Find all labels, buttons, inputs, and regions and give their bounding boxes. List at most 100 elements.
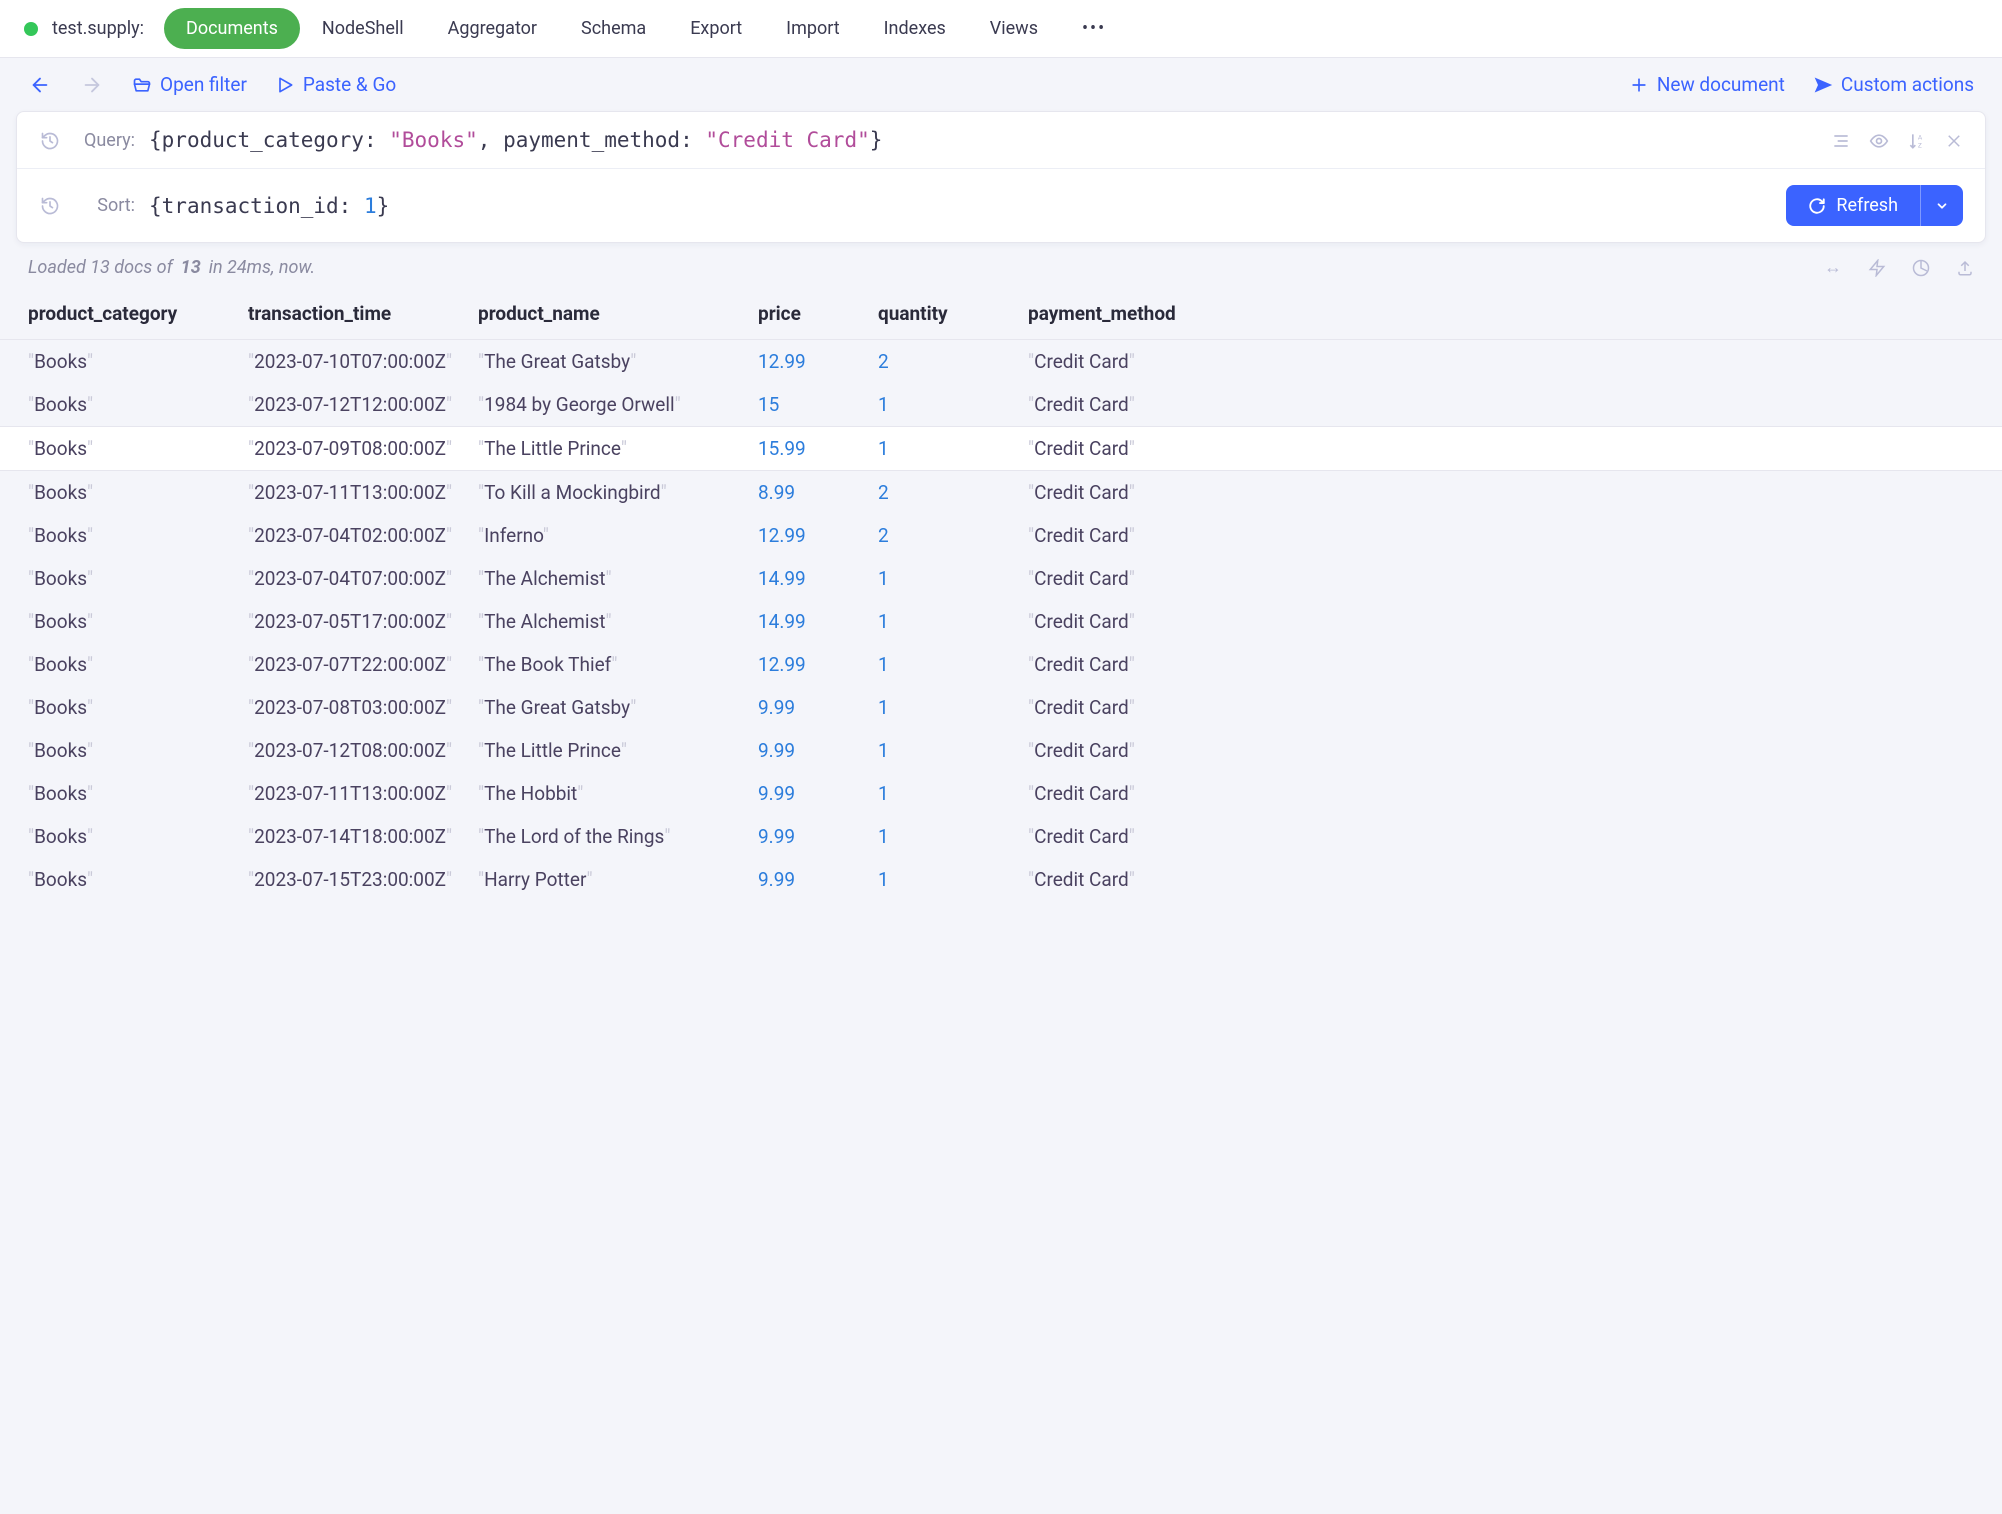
custom-actions-button[interactable]: Custom actions <box>1813 73 1974 96</box>
results-grid: product_category transaction_time produc… <box>0 292 2002 901</box>
cell-price: 14.99 <box>758 610 878 633</box>
cell-payment-method: "Credit Card" <box>1028 825 1248 848</box>
top-bar: test.supply: DocumentsNodeShellAggregato… <box>0 0 2002 58</box>
col-payment-method[interactable]: payment_method <box>1028 302 1248 325</box>
cell-product-category: "Books" <box>28 696 248 719</box>
table-row[interactable]: "Books""2023-07-04T07:00:00Z""The Alchem… <box>0 557 2002 600</box>
custom-actions-label: Custom actions <box>1841 73 1974 96</box>
table-row[interactable]: "Books""2023-07-11T13:00:00Z""The Hobbit… <box>0 772 2002 815</box>
cell-quantity: 1 <box>878 653 1028 676</box>
table-row[interactable]: "Books""2023-07-12T12:00:00Z""1984 by Ge… <box>0 383 2002 426</box>
tab-aggregator[interactable]: Aggregator <box>426 8 559 49</box>
table-row[interactable]: "Books""2023-07-09T08:00:00Z""The Little… <box>0 426 2002 471</box>
tab-schema[interactable]: Schema <box>559 8 668 49</box>
cell-product-category: "Books" <box>28 524 248 547</box>
refresh-dropdown-button[interactable] <box>1920 185 1963 226</box>
cell-product-category: "Books" <box>28 393 248 416</box>
tab-indexes[interactable]: Indexes <box>862 8 968 49</box>
svg-text:A: A <box>1918 133 1923 141</box>
plus-icon <box>1629 75 1649 95</box>
col-transaction-time[interactable]: transaction_time <box>248 302 478 325</box>
cell-price: 15.99 <box>758 437 878 460</box>
cell-quantity: 2 <box>878 481 1028 504</box>
tab-import[interactable]: Import <box>764 8 861 49</box>
query-input[interactable]: {product_category: "Books", payment_meth… <box>149 128 1817 152</box>
cell-product-category: "Books" <box>28 739 248 762</box>
history-icon[interactable] <box>39 129 61 150</box>
cell-quantity: 1 <box>878 868 1028 891</box>
grid-header: product_category transaction_time produc… <box>0 292 2002 340</box>
col-product-category[interactable]: product_category <box>28 302 248 325</box>
new-document-label: New document <box>1657 73 1785 96</box>
status-total: 13 <box>181 257 201 278</box>
cell-transaction-time: "2023-07-08T03:00:00Z" <box>248 696 478 719</box>
query-card: Query: {product_category: "Books", payme… <box>16 111 1986 243</box>
more-icon[interactable]: ••• <box>1064 8 1124 49</box>
cell-product-name: "The Great Gatsby" <box>478 350 758 373</box>
cell-product-name: "The Hobbit" <box>478 782 758 805</box>
history-icon[interactable] <box>39 195 61 216</box>
query-label: Query: <box>75 130 135 151</box>
sort-input[interactable]: {transaction_id: 1} <box>149 194 1772 218</box>
col-product-name[interactable]: product_name <box>478 302 758 325</box>
eye-icon[interactable] <box>1869 129 1889 150</box>
sort-label: Sort: <box>75 195 135 216</box>
format-icon[interactable] <box>1831 129 1851 150</box>
cell-quantity: 1 <box>878 393 1028 416</box>
cell-product-name: "The Great Gatsby" <box>478 696 758 719</box>
cell-product-name: "Inferno" <box>478 524 758 547</box>
cell-quantity: 1 <box>878 825 1028 848</box>
tab-nodeshell[interactable]: NodeShell <box>300 8 426 49</box>
paste-go-button[interactable]: Paste & Go <box>275 73 396 96</box>
cell-product-name: "The Alchemist" <box>478 567 758 590</box>
table-row[interactable]: "Books""2023-07-11T13:00:00Z""To Kill a … <box>0 471 2002 514</box>
nav-forward-icon <box>80 72 104 97</box>
table-row[interactable]: "Books""2023-07-05T17:00:00Z""The Alchem… <box>0 600 2002 643</box>
col-price[interactable]: price <box>758 302 878 325</box>
table-row[interactable]: "Books""2023-07-12T08:00:00Z""The Little… <box>0 729 2002 772</box>
table-row[interactable]: "Books""2023-07-04T02:00:00Z""Inferno"12… <box>0 514 2002 557</box>
table-row[interactable]: "Books""2023-07-10T07:00:00Z""The Great … <box>0 340 2002 383</box>
status-suffix: in 24ms, now. <box>209 257 315 278</box>
cell-price: 15 <box>758 393 878 416</box>
status-prefix: Loaded 13 docs of <box>28 257 173 278</box>
toolbar: Open filter Paste & Go New document Cust… <box>0 58 2002 111</box>
cell-product-category: "Books" <box>28 782 248 805</box>
nav-back-icon[interactable] <box>28 72 52 97</box>
cell-transaction-time: "2023-07-05T17:00:00Z" <box>248 610 478 633</box>
table-row[interactable]: "Books""2023-07-15T23:00:00Z""Harry Pott… <box>0 858 2002 901</box>
export-icon[interactable] <box>1956 257 1974 278</box>
cell-transaction-time: "2023-07-09T08:00:00Z" <box>248 437 478 460</box>
connection-status-dot <box>24 22 38 36</box>
paste-go-label: Paste & Go <box>303 73 396 96</box>
cell-transaction-time: "2023-07-04T02:00:00Z" <box>248 524 478 547</box>
query-row: Query: {product_category: "Books", payme… <box>17 112 1985 169</box>
table-row[interactable]: "Books""2023-07-08T03:00:00Z""The Great … <box>0 686 2002 729</box>
db-namespace-label: test.supply: <box>52 18 144 39</box>
new-document-button[interactable]: New document <box>1629 73 1785 96</box>
cell-transaction-time: "2023-07-11T13:00:00Z" <box>248 782 478 805</box>
cell-payment-method: "Credit Card" <box>1028 653 1248 676</box>
cell-transaction-time: "2023-07-14T18:00:00Z" <box>248 825 478 848</box>
cell-price: 12.99 <box>758 350 878 373</box>
tab-views[interactable]: Views <box>968 8 1060 49</box>
table-row[interactable]: "Books""2023-07-14T18:00:00Z""The Lord o… <box>0 815 2002 858</box>
open-filter-button[interactable]: Open filter <box>132 73 247 96</box>
sort-az-icon[interactable]: AZ <box>1907 129 1927 150</box>
cell-price: 14.99 <box>758 567 878 590</box>
cell-payment-method: "Credit Card" <box>1028 610 1248 633</box>
refresh-button[interactable]: Refresh <box>1786 185 1920 226</box>
cell-payment-method: "Credit Card" <box>1028 350 1248 373</box>
close-icon[interactable] <box>1945 129 1963 150</box>
table-row[interactable]: "Books""2023-07-07T22:00:00Z""The Book T… <box>0 643 2002 686</box>
cell-price: 9.99 <box>758 739 878 762</box>
cell-quantity: 2 <box>878 350 1028 373</box>
bolt-icon[interactable] <box>1868 257 1886 278</box>
col-quantity[interactable]: quantity <box>878 302 1028 325</box>
tab-export[interactable]: Export <box>668 8 764 49</box>
tab-documents[interactable]: Documents <box>164 8 300 49</box>
cell-quantity: 1 <box>878 696 1028 719</box>
resize-icon[interactable]: ↔ <box>1824 257 1842 278</box>
cell-price: 9.99 <box>758 696 878 719</box>
pie-chart-icon[interactable] <box>1912 257 1930 278</box>
